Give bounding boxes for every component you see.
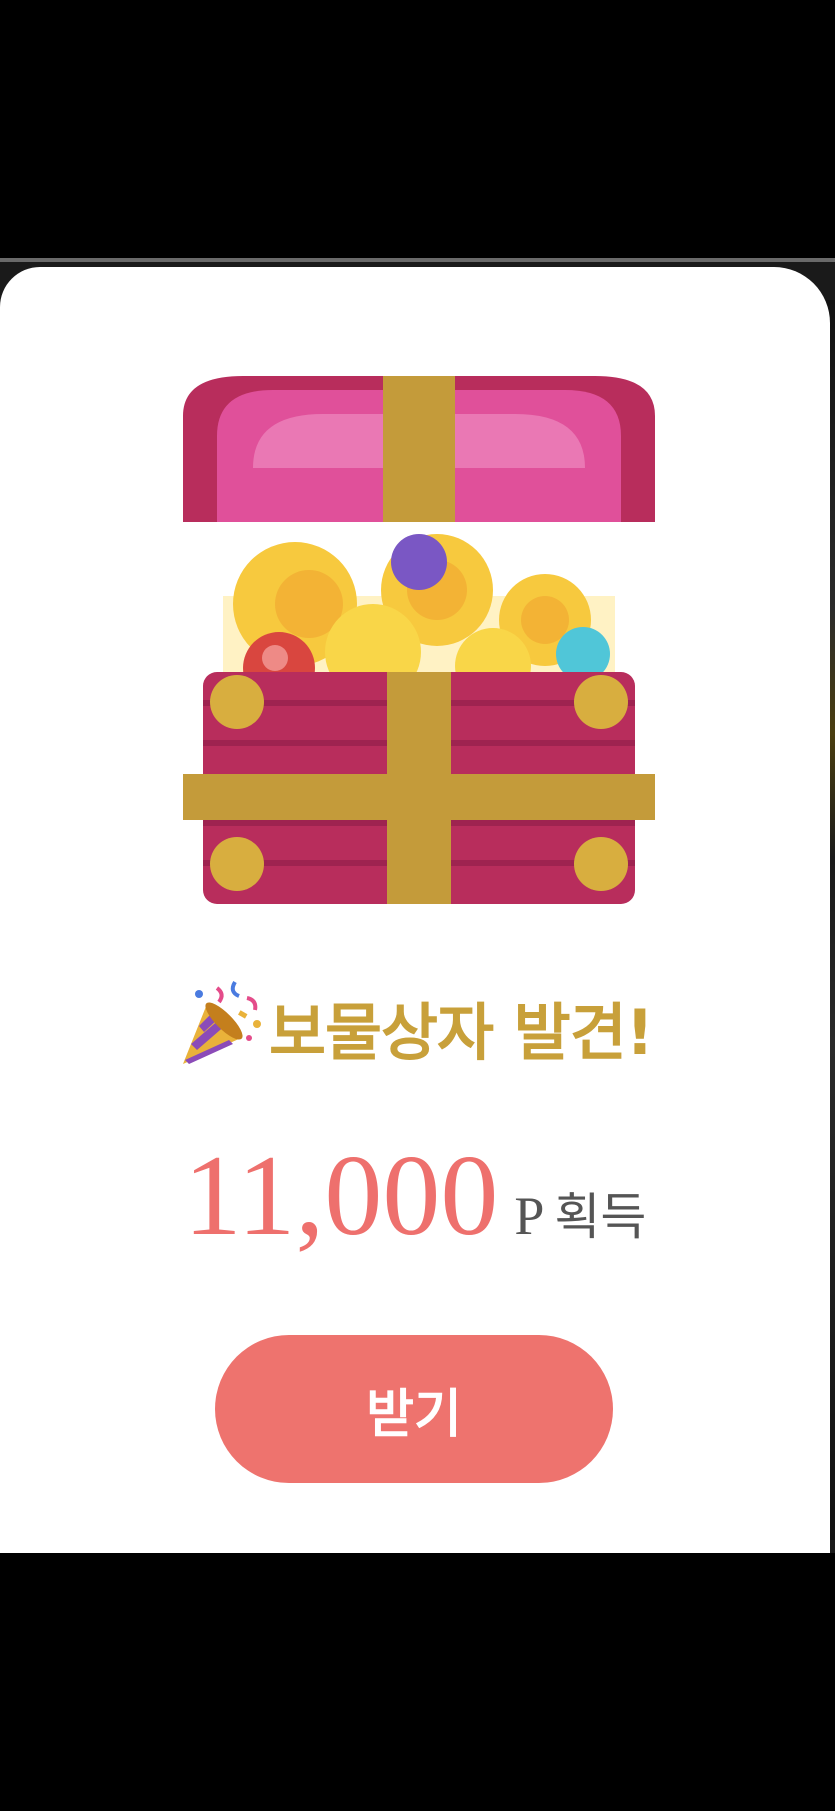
screen: 보물상자 발견! 11,000 P 획득 받기 — [0, 0, 835, 1811]
party-popper-icon — [182, 980, 261, 1064]
treasure-chest-icon — [183, 376, 655, 904]
reward-line: 11,000 P 획득 — [0, 1130, 830, 1263]
reward-unit: P — [514, 1186, 545, 1246]
reward-suffix: 획득 — [554, 1188, 647, 1246]
modal-title-text: 보물상자 발견! — [268, 996, 654, 1069]
bottom-black-bar — [0, 1553, 835, 1811]
modal-title: 보물상자 발견! — [0, 978, 830, 1072]
receive-button[interactable]: 받기 — [215, 1335, 613, 1483]
reward-amount: 11,000 — [183, 1132, 499, 1260]
top-black-bar — [0, 0, 835, 258]
